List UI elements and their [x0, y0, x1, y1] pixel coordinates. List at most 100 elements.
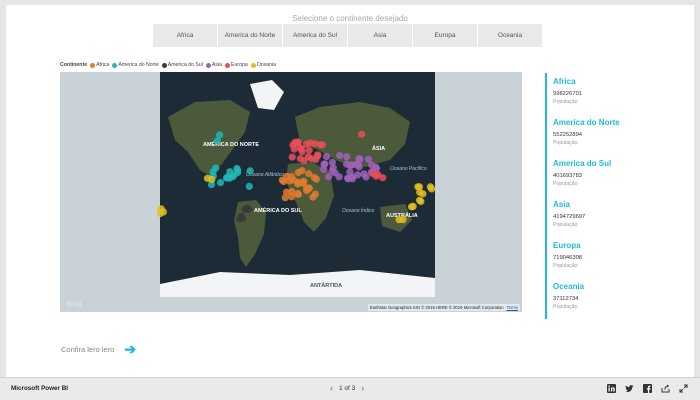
facebook-icon[interactable] [643, 384, 652, 393]
map-bubble[interactable] [222, 174, 230, 182]
map-bubble[interactable] [305, 146, 313, 154]
card-title: Oceania [553, 282, 585, 291]
map-bubble[interactable] [286, 177, 294, 185]
map-bubble[interactable] [234, 169, 242, 177]
map-bubble[interactable] [245, 182, 253, 190]
legend-item-america-do-sul[interactable]: America do Sul [161, 62, 203, 68]
map-bubble[interactable] [374, 170, 382, 179]
map-bubble[interactable] [352, 160, 360, 169]
attribution-text: Earthstar Geographics SIO © 2019 HERE © … [369, 305, 504, 310]
bubble-map[interactable]: AMÉRICA DO NORTE AMÉRICA DO SUL ÁSIA AUS… [60, 72, 522, 312]
legend-item-america-do-norte[interactable]: America do Norte [112, 62, 159, 68]
map-bubble[interactable] [298, 145, 306, 153]
map-bubble[interactable] [426, 183, 434, 191]
map-svg[interactable]: AMÉRICA DO NORTE AMÉRICA DO SUL ÁSIA AUS… [60, 72, 522, 312]
card-america-do-norte: America do Norte 552252894 População [545, 114, 665, 155]
map-bubble[interactable] [311, 190, 319, 198]
map-attribution: Earthstar Geographics SIO © 2019 HERE © … [367, 304, 520, 311]
legend-label: Oceania [256, 62, 277, 68]
legend-label: Europa [231, 62, 248, 68]
map-bubble[interactable] [299, 179, 307, 187]
map-bubble[interactable] [372, 163, 380, 171]
card-title: Africa [553, 77, 576, 86]
map-bubble[interactable] [216, 179, 225, 187]
slicer-option-asia[interactable]: Asia [348, 24, 412, 47]
map-bubble[interactable] [364, 155, 373, 163]
continent-slicer: Africa America do Norte America do Sul A… [153, 24, 543, 47]
map-bubble[interactable] [298, 167, 306, 175]
slicer-option-oceania[interactable]: Oceania [478, 24, 542, 47]
legend-label: Africa [96, 62, 110, 68]
legend-label: America do Sul [167, 62, 203, 68]
card-label: População [553, 99, 578, 105]
card-value: 998226701 [553, 91, 583, 97]
map-bubble[interactable] [335, 173, 343, 181]
map-bubble[interactable] [203, 174, 212, 182]
slicer-option-africa[interactable]: Africa [153, 24, 217, 47]
arrow-right-icon[interactable]: ➔ [124, 342, 136, 356]
report-canvas: Selecione o continente desejado Africa A… [6, 5, 694, 377]
card-asia: Asia 4194729697 População [545, 196, 665, 237]
map-bubble[interactable] [354, 171, 362, 179]
map-bubble[interactable] [417, 197, 425, 206]
legend-item-oceania[interactable]: Oceania [250, 62, 277, 68]
card-value: 401693783 [553, 173, 583, 179]
slicer-option-europa[interactable]: Europa [413, 24, 477, 47]
slicer-option-america-do-norte[interactable]: America do Norte [218, 24, 282, 47]
page-navigator: ‹ 1 of 3 › [324, 383, 370, 393]
label-south-america: AMÉRICA DO SUL [254, 206, 302, 214]
map-bubble[interactable] [419, 190, 427, 198]
map-bubble[interactable] [156, 209, 164, 218]
map-bubble[interactable] [290, 145, 298, 153]
map-bubble[interactable] [360, 170, 368, 178]
map-bubble[interactable] [343, 153, 351, 161]
map-bubble[interactable] [320, 160, 328, 168]
map-bubble[interactable] [344, 175, 352, 183]
powerbi-brand[interactable]: Microsoft Power BI [11, 385, 68, 392]
page-indicator: 1 of 3 [339, 384, 356, 392]
map-bubble[interactable] [316, 141, 325, 149]
map-bubble[interactable] [216, 131, 224, 139]
map-bubble[interactable] [243, 204, 251, 212]
map-bubble[interactable] [409, 202, 417, 210]
label-antarctica: ANTÁRTIDA [310, 282, 342, 289]
map-bubble[interactable] [246, 167, 254, 175]
legend-title: Continente [60, 62, 88, 68]
map-bubble[interactable] [300, 157, 308, 165]
map-bubble[interactable] [395, 216, 403, 224]
report-footer: Microsoft Power BI ‹ 1 of 3 › [0, 377, 700, 400]
confira-link[interactable]: Confira lero lero ➔ [61, 342, 136, 356]
slicer-option-america-do-sul[interactable]: America do Sul [283, 24, 347, 47]
legend-item-europa[interactable]: Europa [225, 62, 248, 68]
map-bubble[interactable] [288, 153, 296, 161]
map-bubble[interactable] [336, 151, 344, 160]
terms-link[interactable]: Terms [507, 305, 518, 310]
map-bubble[interactable] [278, 176, 286, 184]
map-bubble[interactable] [310, 140, 319, 148]
chevron-right-icon[interactable]: › [355, 383, 370, 393]
fullscreen-icon[interactable] [679, 384, 688, 393]
map-bubble[interactable] [346, 168, 354, 176]
map-bubble[interactable] [282, 188, 291, 196]
label-indian: Oceano Índico [342, 207, 374, 214]
map-bubble[interactable] [294, 138, 302, 146]
map-bubble[interactable] [212, 164, 220, 172]
label-north-america: AMÉRICA DO NORTE [203, 140, 259, 148]
legend-dot [205, 62, 211, 68]
map-bubble[interactable] [358, 130, 366, 138]
label-asia: ÁSIA [372, 145, 385, 152]
map-bubble[interactable] [323, 153, 331, 161]
map-bubble[interactable] [303, 187, 311, 195]
map-legend: Continente Africa America do Norte Ameri… [60, 62, 279, 68]
map-bubble[interactable] [310, 173, 318, 181]
legend-item-asia[interactable]: Asia [205, 62, 222, 68]
map-bubble[interactable] [294, 190, 302, 198]
map-bubble[interactable] [239, 214, 247, 222]
linkedin-icon[interactable] [607, 384, 616, 393]
chevron-left-icon[interactable]: ‹ [324, 383, 339, 393]
map-bubble[interactable] [415, 183, 423, 191]
twitter-icon[interactable] [625, 384, 634, 393]
map-bubble[interactable] [314, 151, 322, 159]
legend-item-africa[interactable]: Africa [90, 62, 109, 68]
share-icon[interactable] [661, 384, 670, 393]
